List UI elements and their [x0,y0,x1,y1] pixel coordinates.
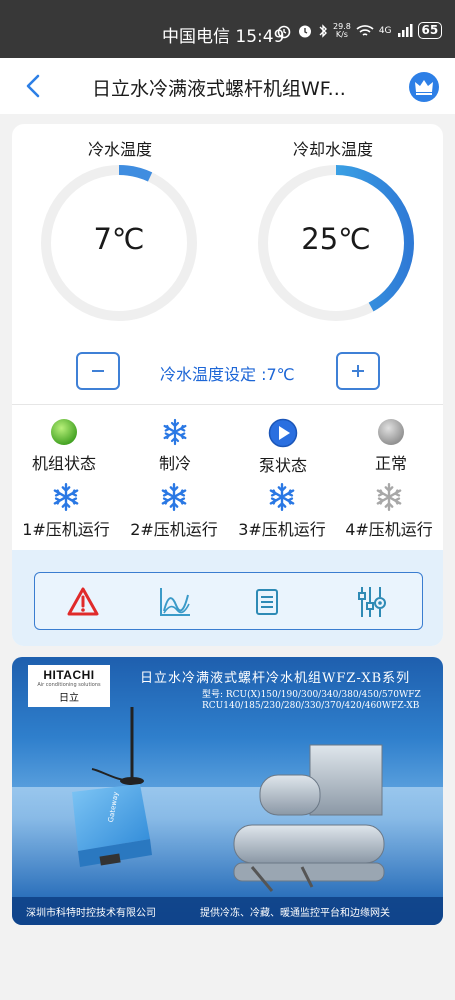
status-unit: 机组状态 [12,418,118,474]
decrease-setpoint-button[interactable] [76,352,120,390]
settings-button[interactable] [353,584,389,620]
status-icons: 29.8 K/s 4G 65 [276,22,443,39]
logo-tagline: Air conditioning solutions [37,682,101,688]
hitachi-logo: HITACHI Air conditioning solutions 日立 [28,665,110,707]
chilled-water-temp-label: 冷水温度 [88,140,153,159]
alarm-clock-icon [277,25,291,38]
compressor-4-label: 4#压机运行 [345,520,433,539]
snowflake-icon [163,418,187,446]
trend-chart-icon [160,588,190,616]
play-circle-icon [268,418,298,448]
plus-icon [352,365,364,377]
compressor-3: 3#压机运行 [228,482,336,540]
network-type: 4G [378,25,392,36]
function-toolbar [34,572,423,630]
status-bar: 中国电信 15:49 29.8 K/s 4G 65 [0,0,455,58]
cooling-water-temp-value: 25℃ [301,222,371,256]
snowflake-icon [269,482,295,512]
banner-footer: 深圳市科特时控技术有限公司 提供冷冻、冷藏、暖通监控平台和边缘网关 [12,897,443,925]
setpoint-text: 冷水温度设定 :7℃ [160,365,295,384]
battery-level: 65 [417,22,443,39]
minus-icon [92,370,104,372]
unit-status-card: 冷水温度 7℃ 冷却水温度 25℃ 冷水温度设定 :7℃ 机组状态 制冷 泵状态… [12,124,443,646]
list-document-icon [256,589,278,615]
status-pump: 泵状态 [229,418,337,476]
compressor-1-label: 1#压机运行 [22,520,110,539]
status-unit-label: 机组状态 [31,454,96,473]
alarm-button[interactable] [65,584,101,620]
carrier-time: 中国电信 15:49 [162,27,285,47]
cooling-water-temp-label: 冷却水温度 [293,140,374,159]
banner-model-line1: 型号: RCU(X)150/190/300/340/380/450/570WFZ [202,690,421,700]
status-pump-label: 泵状态 [258,456,307,475]
records-button[interactable] [249,584,285,620]
company-name: 深圳市科特时控技术有限公司 [26,908,156,919]
alarm-warning-icon [67,587,99,616]
crown-icon [415,80,433,95]
back-arrow-icon[interactable] [22,72,46,100]
divider [12,404,443,405]
snowflake-icon [376,482,402,512]
banner-title: 日立水冷满液式螺杆冷水机组WFZ-XB系列 [140,671,411,686]
compressor-2: 2#压机运行 [120,482,228,540]
status-mode: 制冷 [121,418,229,474]
compressor-4: 4#压机运行 [335,482,443,540]
page-title: 日立水冷满液式螺杆机组WF... [92,78,346,100]
green-status-dot-icon [51,419,77,445]
wifi-icon [356,24,374,36]
compressor-3-label: 3#压机运行 [238,520,326,539]
increase-setpoint-button[interactable] [336,352,380,390]
settings-sliders-icon [358,587,386,617]
snowflake-icon [161,482,187,512]
snowflake-icon [53,482,79,512]
antenna-image [91,707,144,785]
compressor-2-label: 2#压机运行 [130,520,218,539]
bluetooth-icon [319,23,327,38]
gray-status-dot-icon [378,419,404,445]
vip-crown-button[interactable] [409,72,439,102]
compressor-1: 1#压机运行 [12,482,120,540]
status-mode-label: 制冷 [158,454,191,473]
product-banner: HITACHI Air conditioning solutions 日立 日立… [12,657,443,925]
network-speed: 29.8 K/s [333,22,351,39]
app-header: 日立水冷满液式螺杆机组WF... [0,58,455,114]
chilled-water-temp-value: 7℃ [93,222,145,256]
status-alarm-label: 正常 [374,454,407,473]
logo-brand: HITACHI [43,668,95,682]
banner-model-line2: RCU140/185/230/280/330/370/420/460WFZ-XB [202,701,420,711]
toolbar-zone [12,550,443,646]
trend-button[interactable] [157,584,193,620]
status-alarm: 正常 [337,418,443,474]
service-description: 提供冷冻、冷藏、暖通监控平台和边缘网关 [200,908,390,919]
speed-unit: K/s [335,29,348,39]
logo-cn: 日立 [59,693,79,704]
timer-icon [299,25,311,37]
signal-icon [397,23,413,37]
